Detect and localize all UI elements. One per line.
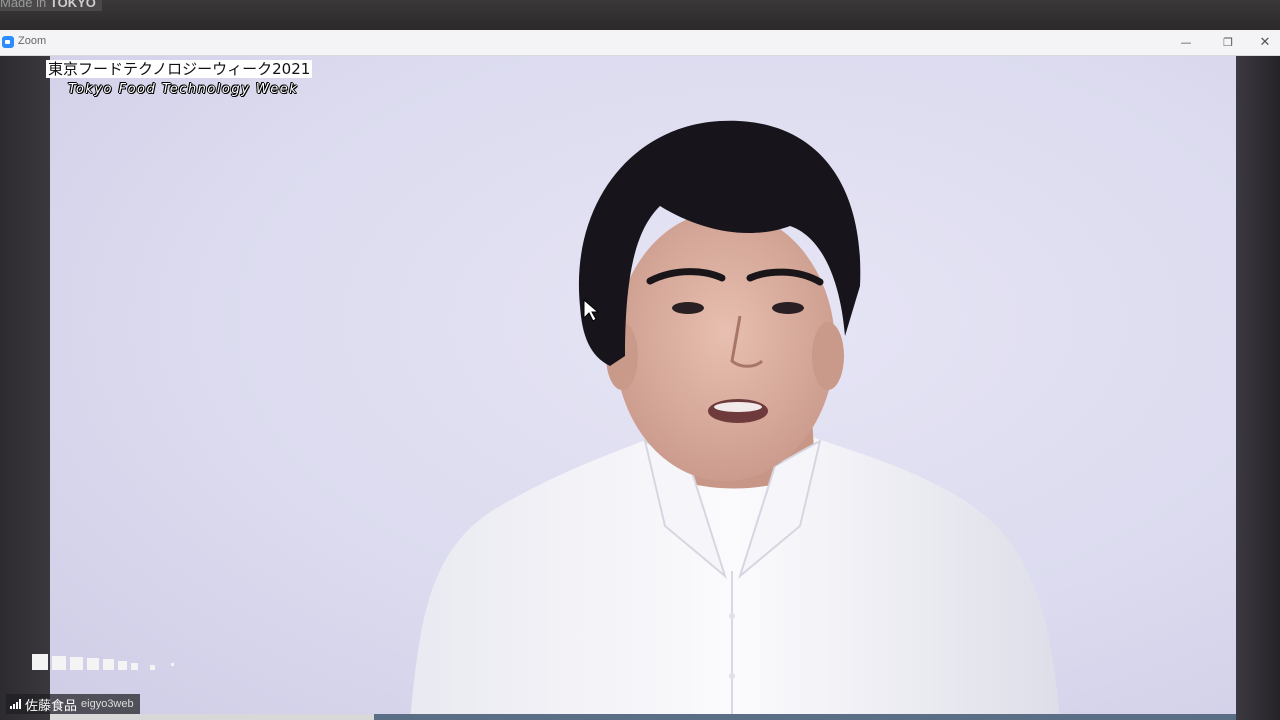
title-bar: Zoom — ❐ ✕	[0, 30, 1280, 56]
right-letterbox	[1236, 56, 1280, 720]
minimize-button[interactable]: —	[1166, 30, 1206, 55]
face	[615, 211, 835, 481]
restore-button[interactable]: ❐	[1208, 30, 1248, 55]
signal-strength-icon	[10, 699, 21, 709]
close-button[interactable]: ✕	[1250, 30, 1280, 55]
bottom-progress-strip	[50, 714, 1236, 720]
participant-name-tag: 佐藤食品 eigyo3web	[6, 694, 140, 714]
participant-image	[410, 120, 1060, 720]
zoom-logo-icon	[2, 36, 14, 48]
participant-user-id: eigyo3web	[81, 698, 134, 710]
app-name: Zoom	[18, 35, 47, 47]
event-overlay: 東京フードテクノロジーウィーク2021 Tokyo Food Technolog…	[46, 60, 313, 97]
brand-prefix: Made in	[0, 0, 47, 10]
participant-video[interactable]	[50, 56, 1236, 720]
monitor-brand-label: Made in TOKYO	[0, 0, 102, 11]
event-subtitle: Tokyo Food Technology Week	[68, 82, 299, 97]
event-title: 東京フードテクノロジーウィーク2021	[46, 60, 313, 78]
monitor-bezel: Made in TOKYO	[0, 0, 1280, 30]
brand-name: TOKYO	[49, 0, 96, 10]
zoom-window: Zoom — ❐ ✕ 東京フードテクノロジーウィーク2021 Tokyo Foo…	[0, 30, 1280, 720]
loading-indicator	[32, 654, 174, 670]
participant-name: 佐藤食品	[25, 698, 78, 714]
left-letterbox	[0, 56, 50, 720]
